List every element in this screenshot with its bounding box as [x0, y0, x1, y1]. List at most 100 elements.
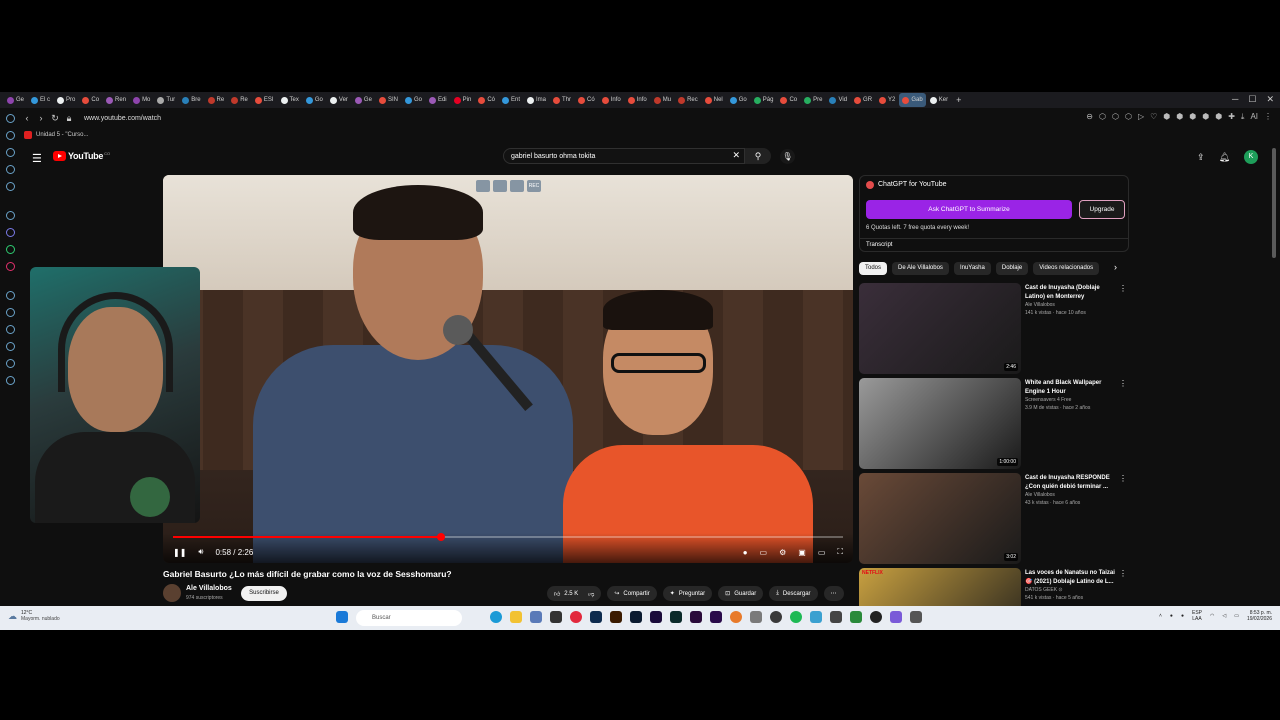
sidebar-app-icon[interactable]	[5, 148, 15, 157]
new-tab-icon[interactable]: +	[956, 95, 961, 105]
share-button[interactable]: ↪ Compartir	[607, 586, 657, 601]
opera-icon[interactable]	[570, 611, 582, 623]
recommended-video-channel[interactable]: Screensavers 4 Free	[1025, 397, 1071, 403]
browser-tab[interactable]: Bre	[179, 93, 203, 107]
browser-tab[interactable]: Go	[303, 93, 326, 107]
browser-tab[interactable]: El c	[28, 93, 53, 107]
browser-tab[interactable]: SIN	[376, 93, 401, 107]
video-thumbnail[interactable]: 2:46	[859, 283, 1021, 374]
bookmark-item[interactable]: Unidad 5 - "Curso...	[36, 132, 89, 138]
channel-avatar[interactable]	[163, 584, 181, 602]
page-scrollbar[interactable]	[1272, 148, 1276, 258]
hamburger-menu-icon[interactable]: ☰	[32, 152, 42, 165]
save-button[interactable]: ⊡ Guardar	[718, 586, 764, 601]
wifi-icon[interactable]: ◠	[1210, 613, 1214, 619]
notifications-bell-icon[interactable]: 🔔︎	[1219, 152, 1230, 163]
browser-tab[interactable]: Info	[625, 93, 650, 107]
calculator-icon[interactable]	[530, 611, 542, 623]
extension-video-button[interactable]	[493, 180, 507, 192]
zoom-icon[interactable]: ⊖	[1086, 112, 1093, 122]
extension-icon[interactable]: ⬢	[1202, 112, 1209, 122]
minimize-icon[interactable]: ─	[1232, 94, 1238, 105]
spotify-icon[interactable]	[790, 611, 802, 623]
browser-tab[interactable]: Pro	[54, 93, 78, 107]
sidebar-app-icon[interactable]	[5, 182, 15, 191]
upload-icon[interactable]: ⇪	[1197, 152, 1205, 163]
sidebar-app-icon[interactable]	[5, 165, 15, 174]
chevron-up-icon[interactable]: ˄	[1159, 613, 1162, 619]
chevron-right-icon[interactable]: ›	[1114, 262, 1117, 272]
illustrator-icon[interactable]	[610, 611, 622, 623]
recommended-video-title[interactable]: Las voces de Nanatsu no Taizai 🎯 (2021) …	[1025, 569, 1117, 586]
settings-gear-icon[interactable]: ⚙	[779, 548, 786, 557]
video-player[interactable]: REC ❚❚ 🔊︎ 0:58 / 2:26 ● ▭ ⚙ ▣ ▭ ⛶	[163, 175, 853, 563]
browser-tab[interactable]: GR	[851, 93, 875, 107]
search-button[interactable]: ⚲	[745, 148, 771, 164]
sidebar-app-icon[interactable]	[5, 291, 15, 300]
filter-chip[interactable]: De Ale Villalobos	[892, 262, 949, 275]
theater-mode-icon[interactable]: ▭	[818, 548, 826, 557]
filter-chip[interactable]: Doblaje	[995, 262, 1029, 275]
recommended-video[interactable]: 1:00:00 White and Black Wallpaper Engine …	[859, 378, 1129, 470]
browser-tab[interactable]: Pin	[451, 93, 475, 107]
taskbar-search[interactable]: Buscar	[356, 610, 462, 626]
browser-tab[interactable]: Co	[79, 93, 102, 107]
search-input[interactable]: gabriel basurto ohma tokita ✕	[503, 148, 745, 164]
browser-tab[interactable]: Có	[475, 93, 498, 107]
edge-icon[interactable]	[490, 611, 502, 623]
forward-icon[interactable]: ›	[34, 113, 48, 123]
app-icon[interactable]	[850, 611, 862, 623]
thumbs-down-icon[interactable]: 👎︎	[588, 590, 594, 598]
browser-tab[interactable]: Go	[727, 93, 750, 107]
sidebar-app-icon[interactable]	[5, 342, 15, 351]
extension-video-button[interactable]	[510, 180, 524, 192]
extension-icon[interactable]: ⬢	[1189, 112, 1196, 122]
voice-search-button[interactable]: 🎙︎	[780, 149, 795, 164]
filter-chip[interactable]: InuYasha	[953, 262, 991, 275]
recommended-video-channel[interactable]: DATOS GEEK ⊙	[1025, 587, 1063, 593]
ask-button[interactable]: ✦ Preguntar	[662, 586, 713, 601]
browser-tab[interactable]: Ent	[499, 93, 523, 107]
account-avatar[interactable]: K	[1244, 150, 1258, 164]
extension-icon[interactable]: ⬢	[1215, 112, 1222, 122]
app-icon[interactable]	[830, 611, 842, 623]
transcript-header[interactable]: Transcript	[860, 238, 1128, 251]
browser-tab[interactable]: Y2	[876, 93, 898, 107]
browser-tab[interactable]: ESI	[252, 93, 277, 107]
more-options-icon[interactable]: ⋮	[1119, 474, 1127, 483]
reload-icon[interactable]: ↻	[48, 113, 62, 124]
subscribe-button[interactable]: Suscribirse	[241, 586, 287, 601]
browser-tab[interactable]: Re	[228, 93, 251, 107]
video-thumbnail[interactable]: 1:00:00	[859, 378, 1021, 469]
battery-icon[interactable]: ▭	[1234, 613, 1239, 619]
browser-tab[interactable]: Tex	[278, 93, 302, 107]
browser-tab[interactable]: Ver	[327, 93, 351, 107]
video-progress-bar[interactable]	[173, 533, 843, 541]
download-icon[interactable]: ⤓	[1241, 112, 1245, 122]
maximize-icon[interactable]: ☐	[1248, 94, 1256, 105]
clock[interactable]: 8:53 p. m. 19/02/2026	[1247, 610, 1272, 622]
app-icon[interactable]	[730, 611, 742, 623]
browser-tab[interactable]: Info	[599, 93, 624, 107]
browser-tab[interactable]: Ge	[352, 93, 375, 107]
app-icon[interactable]	[910, 611, 922, 623]
menu-icon[interactable]: ⋮	[1264, 112, 1272, 122]
audition-icon[interactable]	[670, 611, 682, 623]
extension-icon[interactable]: ⬢	[1176, 112, 1183, 122]
url-field[interactable]: www.youtube.com/watch	[84, 115, 161, 122]
more-options-icon[interactable]: ⋮	[1119, 284, 1127, 293]
ai-icon[interactable]: AI	[1250, 112, 1258, 122]
extension-video-button[interactable]: REC	[527, 180, 541, 192]
browser-tab[interactable]: Ren	[103, 93, 129, 107]
browser-tab[interactable]: Re	[205, 93, 228, 107]
like-button[interactable]: 👍︎ 2.5 K 👎︎	[547, 586, 602, 601]
extension-icon[interactable]: ⬡	[1099, 112, 1106, 122]
browser-tab[interactable]: Pág	[751, 93, 777, 107]
browser-tab[interactable]: Thr	[550, 93, 574, 107]
recommended-video-title[interactable]: Cast de Inuyasha (Doblaje Latino) en Mon…	[1025, 284, 1117, 301]
youtube-logo[interactable]: YouTube CO	[53, 151, 110, 161]
channel-name[interactable]: Ale Villalobos	[186, 585, 232, 592]
recommended-video-channel[interactable]: Ale Villalobos	[1025, 492, 1055, 498]
browser-tab[interactable]: Tur	[154, 93, 178, 107]
language-indicator[interactable]: ESP LAA	[1192, 610, 1202, 622]
